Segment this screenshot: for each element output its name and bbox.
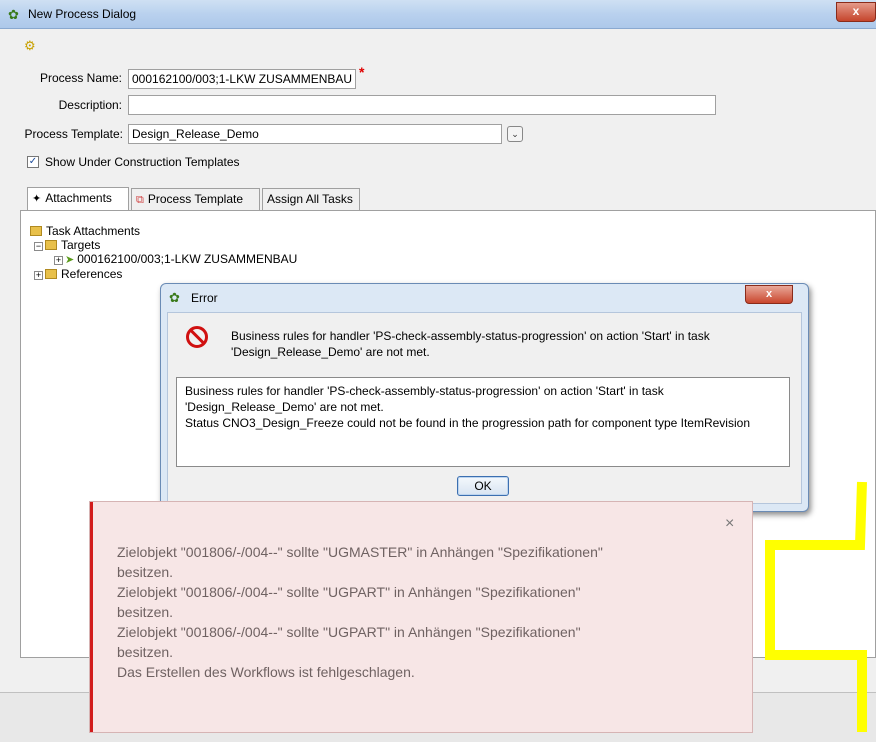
folder-icon bbox=[45, 269, 57, 279]
error-details-box[interactable]: Business rules for handler 'PS-check-ass… bbox=[176, 377, 790, 467]
tree-label-task-attachments: Task Attachments bbox=[46, 224, 141, 238]
error-summary-line: Business rules for handler 'PS-check-ass… bbox=[231, 329, 710, 343]
workflow-wizard-icon[interactable]: ⚙ bbox=[24, 38, 36, 54]
tab-assign-all-tasks-label: Assign All Tasks bbox=[267, 192, 353, 206]
ok-button[interactable]: OK bbox=[457, 476, 509, 496]
description-input[interactable] bbox=[128, 95, 716, 115]
teamcenter-app-icon: ✿ bbox=[169, 290, 180, 305]
show-under-construction-label: Show Under Construction Templates bbox=[45, 155, 240, 169]
process-template-select[interactable]: Design_Release_Demo bbox=[128, 124, 502, 144]
process-template-label: Process Template: bbox=[24, 127, 124, 141]
error-summary: Business rules for handler 'PS-check-ass… bbox=[231, 328, 791, 360]
tree-node-task-attachments[interactable]: Task Attachments bbox=[30, 224, 140, 238]
tab-process-template[interactable]: ⧉ Process Template bbox=[131, 188, 260, 210]
collapse-icon[interactable]: − bbox=[34, 242, 43, 251]
expand-icon[interactable]: + bbox=[34, 271, 43, 280]
error-summary-line: 'Design_Release_Demo' are not met. bbox=[231, 345, 430, 359]
tree-label-targets: Targets bbox=[61, 238, 101, 252]
teamcenter-app-icon: ✿ bbox=[8, 7, 19, 22]
notification-line: Zielobjekt "001806/-/004--" sollte "UGPA… bbox=[117, 624, 581, 640]
close-icon[interactable]: × bbox=[725, 515, 734, 533]
folder-icon bbox=[30, 226, 42, 236]
expand-icon[interactable]: + bbox=[54, 256, 63, 265]
notification-line: Zielobjekt "001806/-/004--" sollte "UGMA… bbox=[117, 544, 603, 560]
item-revision-icon: ➤ bbox=[65, 254, 75, 266]
notification-line: besitzen. bbox=[117, 564, 174, 580]
error-dialog: ✿ Error x Business rules for handler 'PS… bbox=[160, 283, 809, 512]
tab-attachments[interactable]: ✦ Attachments bbox=[27, 187, 129, 211]
error-dialog-body: Business rules for handler 'PS-check-ass… bbox=[167, 312, 802, 504]
error-dialog-title: Error bbox=[191, 291, 218, 305]
tree-label-target-item: 000162100/003;1-LKW ZUSAMMENBAU bbox=[77, 252, 298, 266]
notification-line: Das Erstellen des Workflows ist fehlgesc… bbox=[117, 664, 415, 680]
show-under-construction-checkbox[interactable]: ✓ bbox=[27, 156, 39, 168]
error-accent-bar bbox=[90, 502, 93, 732]
process-name-label: Process Name: bbox=[39, 71, 122, 85]
notification-line: Zielobjekt "001806/-/004--" sollte "UGPA… bbox=[117, 584, 581, 600]
required-marker: * bbox=[359, 64, 365, 80]
error-detail-line: Status CNO3_Design_Freeze could not be f… bbox=[185, 416, 750, 430]
tree-label-references: References bbox=[61, 267, 123, 281]
tab-assign-all-tasks[interactable]: Assign All Tasks bbox=[262, 188, 360, 210]
notification-line: besitzen. bbox=[117, 644, 174, 660]
window-close-button[interactable]: x bbox=[836, 2, 876, 22]
window-title: New Process Dialog bbox=[28, 7, 137, 21]
chevron-down-icon[interactable]: ⌄ bbox=[507, 126, 523, 142]
process-template-icon: ⧉ bbox=[136, 194, 144, 206]
tree-node-targets[interactable]: − Targets bbox=[34, 238, 100, 252]
notification-line: besitzen. bbox=[117, 604, 174, 620]
tab-process-template-label: Process Template bbox=[147, 192, 244, 206]
error-close-button[interactable]: x bbox=[745, 285, 793, 304]
notification-message: Zielobjekt "001806/-/004--" sollte "UGMA… bbox=[117, 542, 717, 682]
error-detail-line: 'Design_Release_Demo' are not met. bbox=[185, 400, 384, 414]
tab-attachments-label: Attachments bbox=[45, 191, 112, 205]
folder-icon bbox=[45, 240, 57, 250]
tree-node-target-item[interactable]: + ➤ 000162100/003;1-LKW ZUSAMMENBAU bbox=[54, 252, 297, 266]
error-prohibited-icon bbox=[186, 326, 208, 348]
description-label: Description: bbox=[58, 98, 122, 112]
workflow-error-notification: × Zielobjekt "001806/-/004--" sollte "UG… bbox=[89, 501, 753, 733]
tree-node-references[interactable]: + References bbox=[34, 267, 122, 281]
pin-icon: ✦ bbox=[32, 193, 42, 205]
process-name-input[interactable]: 000162100/003;1-LKW ZUSAMMENBAU bbox=[128, 69, 356, 89]
error-detail-line: Business rules for handler 'PS-check-ass… bbox=[185, 384, 664, 398]
title-bar: ✿ New Process Dialog x bbox=[0, 0, 876, 29]
